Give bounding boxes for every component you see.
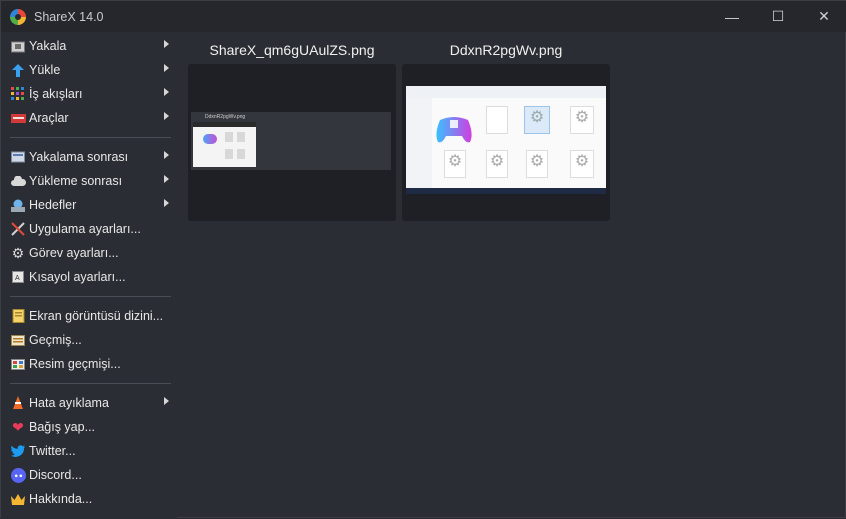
menu-item-label: Görev ayarları...: [29, 246, 119, 260]
twitter-icon: [10, 443, 26, 459]
menu-item-label: Hedefler: [29, 198, 77, 212]
task-thumbnail[interactable]: ⚙ ⚙ ⚙ ⚙ ⚙ ⚙: [402, 64, 610, 221]
menu-item-after-capture[interactable]: Yakalama sonrası: [1, 145, 177, 169]
menu-item-task-settings[interactable]: ⚙ Görev ayarları...: [1, 241, 177, 265]
nested-screenshot: [193, 122, 256, 167]
upload-arrow-icon: [10, 62, 26, 78]
task-filename: ShareX_qm6gUAulZS.png: [209, 42, 375, 58]
menu-item-label: Bağış yap...: [29, 420, 96, 434]
workflows-icon: [10, 86, 26, 102]
menu-item-workflows[interactable]: İş akışları: [1, 82, 177, 106]
task-thumbnail-area: ShareX_qm6gUAulZS.png DdxnR2pgWv.png Ddx…: [185, 34, 845, 519]
menu-item-capture[interactable]: Yakala: [1, 34, 177, 58]
menu-item-label: Yakalama sonrası: [29, 150, 129, 164]
tools-icon: [10, 110, 26, 126]
menu-item-label: Kısayol ayarları...: [29, 270, 126, 284]
menu-item-label: Hata ayıklama: [29, 396, 109, 410]
submenu-arrow-icon: [164, 175, 169, 183]
title-bar[interactable]: ShareX 14.0 — ☐ ✕: [1, 1, 846, 32]
submenu-arrow-icon: [164, 199, 169, 207]
image-history-icon: [10, 356, 26, 372]
close-button[interactable]: ✕: [801, 1, 846, 32]
menu-item-tools[interactable]: Araçlar: [1, 106, 177, 130]
thumbnail-image: DdxnR2pgWv.png: [191, 112, 391, 170]
menu-item-app-settings[interactable]: Uygulama ayarları...: [1, 217, 177, 241]
screenshot-folder-icon: [10, 308, 26, 324]
svg-text:A: A: [15, 275, 20, 282]
task-thumbnail[interactable]: DdxnR2pgWv.png: [188, 64, 396, 221]
task-tile[interactable]: DdxnR2pgWv.png ⚙ ⚙ ⚙ ⚙ ⚙ ⚙: [402, 36, 610, 221]
minimize-button[interactable]: —: [709, 1, 755, 32]
maximize-button[interactable]: ☐: [755, 1, 801, 32]
menu-item-upload[interactable]: Yükle: [1, 58, 177, 82]
menu-item-screenshot-folder[interactable]: Ekran görüntüsü dizini...: [1, 304, 177, 328]
menu-item-hotkey-settings[interactable]: A Kısayol ayarları...: [1, 265, 177, 289]
app-settings-icon: [10, 221, 26, 237]
submenu-arrow-icon: [164, 151, 169, 159]
menu-item-label: Hakkında...: [29, 492, 93, 506]
heart-icon: ❤: [12, 418, 24, 435]
menu-item-label: Discord...: [29, 468, 82, 482]
menu-item-image-history[interactable]: Resim geçmişi...: [1, 352, 177, 376]
main-menu: Yakala Yükle İş akışları Araçlar Yakalam…: [1, 34, 177, 519]
destinations-icon: [10, 197, 26, 213]
menu-item-label: Yükleme sonrası: [29, 174, 123, 188]
after-capture-icon: [10, 149, 26, 165]
capture-icon: [10, 38, 26, 54]
menu-item-label: Ekran görüntüsü dizini...: [29, 309, 164, 323]
sharex-window: ShareX 14.0 — ☐ ✕ Yakala Yükle İş akışla…: [0, 0, 846, 519]
task-filename: DdxnR2pgWv.png: [449, 42, 563, 58]
discord-icon: [10, 467, 26, 483]
task-tile[interactable]: ShareX_qm6gUAulZS.png DdxnR2pgWv.png: [188, 36, 396, 221]
menu-separator: [10, 296, 171, 297]
sharex-logo-icon: [10, 8, 26, 25]
menu-item-label: Geçmiş...: [29, 333, 82, 347]
window-title: ShareX 14.0: [34, 9, 104, 24]
thumbnail-caption: DdxnR2pgWv.png: [205, 114, 246, 120]
menu-item-twitter[interactable]: Twitter...: [1, 439, 177, 463]
menu-item-discord[interactable]: Discord...: [1, 463, 177, 487]
menu-item-label: Yükle: [29, 63, 61, 77]
crown-icon: [10, 491, 26, 507]
menu-item-after-upload[interactable]: Yükleme sonrası: [1, 169, 177, 193]
menu-separator: [10, 383, 171, 384]
debug-cone-icon: [10, 395, 26, 411]
menu-item-debug[interactable]: Hata ayıklama: [1, 391, 177, 415]
gamepad-icon: [436, 117, 472, 143]
submenu-arrow-icon: [164, 397, 169, 405]
menu-item-history[interactable]: Geçmiş...: [1, 328, 177, 352]
submenu-arrow-icon: [164, 88, 169, 96]
gear-icon: ⚙: [11, 244, 25, 261]
hotkey-icon: A: [10, 269, 26, 285]
menu-item-donate[interactable]: ❤ Bağış yap...: [1, 415, 177, 439]
menu-item-label: Araçlar: [29, 111, 69, 125]
menu-item-label: Twitter...: [29, 444, 76, 458]
menu-item-label: Yakala: [29, 39, 67, 53]
thumbnail-image: ⚙ ⚙ ⚙ ⚙ ⚙ ⚙: [406, 86, 606, 194]
submenu-arrow-icon: [164, 40, 169, 48]
menu-item-about[interactable]: Hakkında...: [1, 487, 177, 511]
after-upload-cloud-icon: [10, 173, 26, 189]
submenu-arrow-icon: [164, 112, 169, 120]
submenu-arrow-icon: [164, 64, 169, 72]
menu-separator: [10, 137, 171, 138]
menu-item-label: Uygulama ayarları...: [29, 222, 141, 236]
menu-item-label: İş akışları: [29, 87, 83, 101]
history-icon: [10, 332, 26, 348]
menu-item-destinations[interactable]: Hedefler: [1, 193, 177, 217]
menu-item-label: Resim geçmişi...: [29, 357, 121, 371]
